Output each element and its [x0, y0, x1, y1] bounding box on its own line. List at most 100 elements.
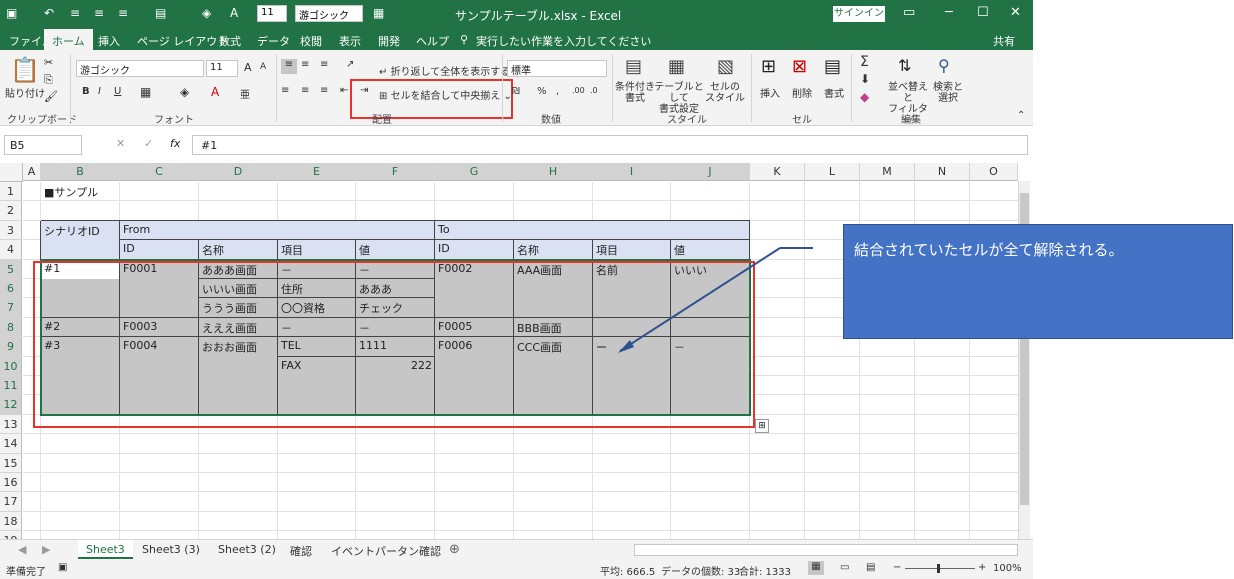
tab-developer[interactable]: 開発: [378, 33, 400, 49]
row-header-12[interactable]: 12: [0, 395, 22, 415]
currency-icon[interactable]: ₪: [512, 86, 520, 97]
underline-button[interactable]: U: [114, 86, 121, 97]
sort-filter-icon[interactable]: ⇅: [898, 56, 911, 75]
sheet-tab-confirm[interactable]: 確認: [282, 540, 320, 559]
find-select-icon[interactable]: ⚲: [938, 56, 950, 75]
cut-icon[interactable]: ✂: [44, 56, 53, 69]
cell-F4[interactable]: 値: [356, 240, 435, 259]
tell-me-input[interactable]: 実行したい作業を入力してください: [476, 33, 651, 49]
align-middle-icon[interactable]: ▤: [155, 6, 166, 20]
increase-font-icon[interactable]: A: [244, 61, 252, 74]
row-header-17[interactable]: 17: [0, 492, 22, 512]
share-button[interactable]: 共有: [993, 33, 1015, 49]
zoom-out-icon[interactable]: −: [893, 562, 901, 573]
comma-icon[interactable]: ,: [556, 86, 559, 97]
macro-record-icon[interactable]: ▣: [58, 562, 67, 573]
insert-cells-button[interactable]: 挿入: [760, 85, 780, 100]
close-icon[interactable]: ✕: [1010, 5, 1021, 20]
tab-review[interactable]: 校閲: [300, 33, 322, 49]
column-header-N[interactable]: N: [915, 163, 970, 181]
zoom-slider-thumb[interactable]: [937, 564, 940, 573]
column-header-L[interactable]: L: [805, 163, 860, 181]
find-select-button[interactable]: 検索と 選択: [933, 82, 963, 104]
align-right-icon[interactable]: ≡: [118, 6, 128, 20]
zoom-level[interactable]: 100%: [993, 563, 1022, 574]
cell-D4[interactable]: 名称: [199, 240, 278, 259]
row-header-6[interactable]: 6: [0, 279, 22, 299]
maximize-icon[interactable]: ☐: [977, 5, 989, 20]
tab-view[interactable]: 表示: [339, 33, 361, 49]
decrease-font-icon[interactable]: A: [260, 62, 266, 72]
insert-cells-icon[interactable]: ⊞: [761, 56, 776, 77]
column-header-F[interactable]: F: [356, 163, 435, 181]
decrease-decimal-icon[interactable]: .0: [590, 86, 598, 95]
signin-button[interactable]: サインイン: [833, 6, 885, 22]
sheet-tab-event-pattern[interactable]: イベントパータン確認: [323, 540, 449, 559]
cell-C3[interactable]: From: [120, 221, 199, 240]
clear-icon[interactable]: ◆: [860, 90, 869, 104]
next-sheet-icon[interactable]: ▶: [42, 543, 50, 556]
tab-data[interactable]: データ: [257, 33, 290, 49]
align-center-icon[interactable]: ≡: [301, 85, 309, 96]
tab-formulas[interactable]: 数式: [219, 33, 241, 49]
insert-function-button[interactable]: fx: [170, 137, 180, 150]
wrap-text-button[interactable]: ↵ 折り返して全体を表示する: [379, 63, 510, 78]
sheet-tab-sheet3-2[interactable]: Sheet3 (2): [210, 540, 284, 559]
font-color-icon[interactable]: A: [230, 6, 238, 20]
row-header-8[interactable]: 8: [0, 317, 22, 338]
format-cells-button[interactable]: 書式: [824, 85, 844, 100]
indent-decrease-icon[interactable]: ⇤: [340, 85, 348, 96]
row-header-1[interactable]: 1: [0, 182, 22, 202]
tab-home[interactable]: ホーム: [44, 29, 93, 50]
row-header-3[interactable]: 3: [0, 220, 22, 241]
normal-view-icon[interactable]: ▦: [808, 561, 824, 575]
row-header-2[interactable]: 2: [0, 201, 22, 221]
align-right-icon[interactable]: ≡: [320, 85, 328, 96]
sheet-tab-sheet3-3[interactable]: Sheet3 (3): [134, 540, 208, 559]
borders-icon[interactable]: ▦: [140, 85, 151, 99]
tell-me-icon[interactable]: ⚲: [460, 33, 468, 46]
cell-styles-icon[interactable]: ▧: [717, 56, 734, 77]
quick-size-box[interactable]: 11: [257, 5, 287, 22]
cancel-icon[interactable]: ✕: [116, 137, 125, 150]
cell-B1[interactable]: ■サンプル: [41, 182, 161, 201]
collapse-ribbon-icon[interactable]: ⌃: [1017, 110, 1025, 121]
worksheet-grid[interactable]: ABCDEFGHIJKLMNO 1 2 3 4 5 6 7 8 9 10 11 12 13 14 15 16 1…: [0, 163, 1033, 570]
horizontal-scrollbar[interactable]: [634, 544, 1018, 556]
number-format-box[interactable]: 標準: [507, 60, 607, 77]
sheet-tab-sheet3[interactable]: Sheet3: [78, 540, 133, 559]
row-header-9[interactable]: 9: [0, 337, 22, 357]
percent-icon[interactable]: %: [537, 86, 547, 97]
delete-cells-icon[interactable]: ⊠: [792, 56, 807, 77]
column-header-A[interactable]: A: [23, 163, 41, 181]
zoom-slider[interactable]: [905, 568, 975, 569]
cell-G3[interactable]: To: [435, 221, 514, 240]
row-header-11[interactable]: 11: [0, 376, 22, 396]
cell-C4[interactable]: ID: [120, 240, 199, 259]
column-header-B[interactable]: B: [41, 163, 120, 181]
row-header-16[interactable]: 16: [0, 473, 22, 493]
name-box[interactable]: B5: [4, 135, 82, 155]
paste-icon[interactable]: 📋: [10, 56, 40, 84]
column-header-J[interactable]: J: [671, 163, 750, 181]
font-size-box[interactable]: 11: [206, 60, 238, 77]
column-header-H[interactable]: H: [514, 163, 593, 181]
align-center-icon[interactable]: ≡: [94, 6, 104, 20]
save-icon[interactable]: ▣: [6, 6, 17, 20]
column-header-O[interactable]: O: [970, 163, 1018, 181]
delete-cells-button[interactable]: 削除: [792, 85, 812, 100]
cell-H4[interactable]: 名称: [514, 240, 593, 259]
bold-button[interactable]: B: [82, 86, 90, 97]
fill-color-icon[interactable]: ◈: [180, 85, 189, 99]
format-as-table-icon[interactable]: ▦: [668, 56, 685, 77]
tab-insert[interactable]: 挿入: [98, 33, 120, 49]
paste-button[interactable]: 貼り付け: [5, 85, 45, 100]
minimize-icon[interactable]: ─: [945, 5, 953, 20]
autosum-icon[interactable]: Σ: [860, 54, 869, 70]
borders-icon[interactable]: ▦: [373, 6, 384, 20]
align-left-icon[interactable]: ≡: [281, 85, 289, 96]
cell-G4[interactable]: ID: [435, 240, 514, 259]
format-painter-icon[interactable]: 🖌: [44, 90, 58, 103]
increase-decimal-icon[interactable]: .00: [572, 86, 585, 95]
row-header-7[interactable]: 7: [0, 298, 22, 318]
